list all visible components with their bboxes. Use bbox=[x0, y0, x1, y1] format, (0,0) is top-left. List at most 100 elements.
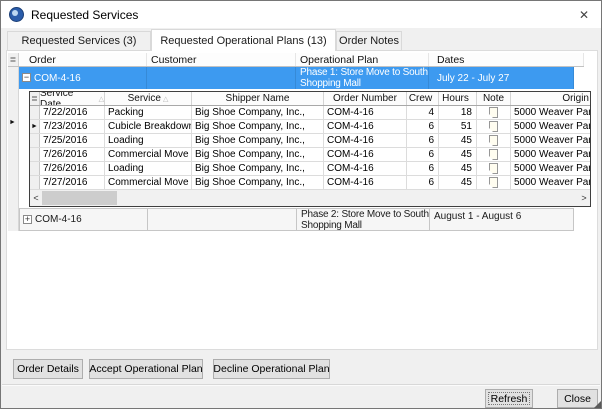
cell-note bbox=[477, 148, 511, 161]
window-title: Requested Services bbox=[31, 8, 138, 22]
cell-shipper-name: Big Shoe Company, Inc., bbox=[192, 148, 324, 161]
refresh-button[interactable]: Refresh bbox=[485, 389, 533, 408]
cell-service: Packing bbox=[105, 106, 192, 119]
note-icon[interactable] bbox=[489, 177, 498, 188]
row-indicator-cell bbox=[30, 134, 40, 147]
cell-hours: 45 bbox=[439, 148, 477, 161]
cell-hours: 45 bbox=[439, 134, 477, 147]
order-value: COM-4-16 bbox=[34, 73, 81, 84]
column-header-service[interactable]: Service △ bbox=[105, 92, 192, 105]
column-header-order[interactable]: Order bbox=[19, 53, 147, 66]
cell-crew: 6 bbox=[407, 176, 439, 189]
master-row-phase1[interactable]: − COM-4-16 Phase 1: Store Move to South … bbox=[19, 67, 574, 89]
note-icon[interactable] bbox=[489, 149, 498, 160]
tab-requested-services[interactable]: Requested Services (3) bbox=[7, 31, 151, 51]
column-header-crew[interactable]: Crew bbox=[407, 92, 439, 105]
tab-label: Requested Services (3) bbox=[22, 35, 137, 47]
cell-order-number: COM-4-16 bbox=[324, 120, 407, 133]
decline-operational-plan-button[interactable]: Decline Operational Plan bbox=[213, 359, 330, 379]
collapse-button[interactable]: − bbox=[22, 73, 31, 82]
row-indicator-cell bbox=[30, 148, 40, 161]
cell-dates: August 1 - August 6 bbox=[430, 209, 573, 230]
requested-services-dialog: Requested Services ✕ Requested Services … bbox=[0, 0, 602, 409]
grid-corner-icon: ≣ bbox=[10, 55, 17, 64]
cell-service-date: 7/27/2016 bbox=[40, 176, 105, 189]
close-icon: ✕ bbox=[579, 8, 589, 22]
table-row[interactable]: 7/26/2016 Loading Big Shoe Company, Inc.… bbox=[30, 162, 590, 176]
cell-hours: 45 bbox=[439, 162, 477, 175]
table-row[interactable]: 7/22/2016 Packing Big Shoe Company, Inc.… bbox=[30, 106, 590, 120]
row-indicator-cell: ► bbox=[30, 120, 40, 133]
cell-order: − COM-4-16 bbox=[19, 67, 147, 89]
cell-order: + COM-4-16 bbox=[20, 209, 148, 230]
tab-label: Order Notes bbox=[339, 35, 399, 47]
horizontal-scrollbar[interactable]: < > bbox=[30, 190, 590, 206]
footer-separator bbox=[2, 384, 600, 386]
column-header-operational-plan[interactable]: Operational Plan bbox=[296, 53, 429, 66]
note-icon[interactable] bbox=[489, 121, 498, 132]
table-row[interactable]: 7/25/2016 Loading Big Shoe Company, Inc.… bbox=[30, 134, 590, 148]
cell-hours: 18 bbox=[439, 106, 477, 119]
resize-grip[interactable] bbox=[594, 401, 601, 408]
column-header-service-date[interactable]: Service Date △ bbox=[40, 92, 105, 105]
tab-label: Requested Operational Plans (13) bbox=[160, 35, 326, 47]
cell-customer bbox=[147, 67, 296, 89]
cell-origin: 5000 Weaver Park Ro bbox=[511, 148, 590, 161]
header-label: Service Date bbox=[40, 92, 97, 105]
titlebar: Requested Services ✕ bbox=[1, 1, 601, 28]
tab-order-notes[interactable]: Order Notes bbox=[336, 31, 402, 51]
row-indicator-cell bbox=[30, 106, 40, 119]
cell-order-number: COM-4-16 bbox=[324, 162, 407, 175]
column-header-origin[interactable]: Origin bbox=[511, 92, 590, 105]
cell-order-number: COM-4-16 bbox=[324, 148, 407, 161]
cell-crew: 4 bbox=[407, 106, 439, 119]
table-row[interactable]: 7/27/2016 Commercial Move Big Shoe Compa… bbox=[30, 176, 590, 190]
cell-origin: 5000 Weaver Park Ro bbox=[511, 176, 590, 189]
cell-crew: 6 bbox=[407, 162, 439, 175]
order-value: COM-4-16 bbox=[35, 214, 82, 225]
order-details-button[interactable]: Order Details bbox=[13, 359, 83, 379]
cell-service-date: 7/23/2016 bbox=[40, 120, 105, 133]
close-dialog-button[interactable]: Close bbox=[557, 389, 598, 408]
cell-hours: 51 bbox=[439, 120, 477, 133]
cell-service-date: 7/22/2016 bbox=[40, 106, 105, 119]
column-header-note[interactable]: Note bbox=[477, 92, 511, 105]
table-row[interactable]: ► 7/23/2016 Cubicle Breakdown Big Shoe C… bbox=[30, 120, 590, 134]
cell-crew: 6 bbox=[407, 120, 439, 133]
note-icon[interactable] bbox=[489, 163, 498, 174]
cell-hours: 45 bbox=[439, 176, 477, 189]
note-icon[interactable] bbox=[489, 107, 498, 118]
table-row[interactable]: 7/26/2016 Commercial Move Big Shoe Compa… bbox=[30, 148, 590, 162]
cell-shipper-name: Big Shoe Company, Inc., bbox=[192, 162, 324, 175]
master-row-phase2[interactable]: + COM-4-16 Phase 2: Store Move to South … bbox=[19, 208, 574, 231]
scroll-right-icon[interactable]: > bbox=[578, 190, 590, 206]
close-button[interactable]: ✕ bbox=[567, 1, 601, 28]
detail-grid-header: ≣ Service Date △ Service △ Shipper Name … bbox=[30, 92, 590, 106]
cell-service: Loading bbox=[105, 134, 192, 147]
cell-crew: 6 bbox=[407, 134, 439, 147]
current-row-indicator-icon: ► bbox=[31, 123, 38, 131]
cell-order-number: COM-4-16 bbox=[324, 134, 407, 147]
column-header-hours[interactable]: Hours bbox=[439, 92, 477, 105]
column-header-customer[interactable]: Customer bbox=[147, 53, 296, 66]
cell-operational-plan: Phase 2: Store Move to South Shopping Ma… bbox=[297, 209, 430, 230]
scroll-left-icon[interactable]: < bbox=[30, 190, 42, 206]
column-header-shipper-name[interactable]: Shipper Name bbox=[192, 92, 324, 105]
cell-shipper-name: Big Shoe Company, Inc., bbox=[192, 106, 324, 119]
header-label: Service bbox=[128, 93, 161, 104]
note-icon[interactable] bbox=[489, 135, 498, 146]
cell-customer bbox=[148, 209, 297, 230]
cell-service: Loading bbox=[105, 162, 192, 175]
cell-origin: 5000 Weaver Park Ro bbox=[511, 162, 590, 175]
expand-button[interactable]: + bbox=[23, 215, 32, 224]
grid-corner: ≣ bbox=[30, 92, 40, 105]
accept-operational-plan-button[interactable]: Accept Operational Plan bbox=[89, 359, 203, 379]
cell-service: Cubicle Breakdown bbox=[105, 120, 192, 133]
cell-crew: 6 bbox=[407, 148, 439, 161]
cell-order-number: COM-4-16 bbox=[324, 176, 407, 189]
column-header-order-number[interactable]: Order Number bbox=[324, 92, 407, 105]
cell-service-date: 7/26/2016 bbox=[40, 162, 105, 175]
column-header-dates[interactable]: Dates bbox=[429, 53, 584, 66]
scrollbar-thumb[interactable] bbox=[42, 191, 117, 205]
tab-requested-operational-plans[interactable]: Requested Operational Plans (13) bbox=[151, 29, 336, 51]
